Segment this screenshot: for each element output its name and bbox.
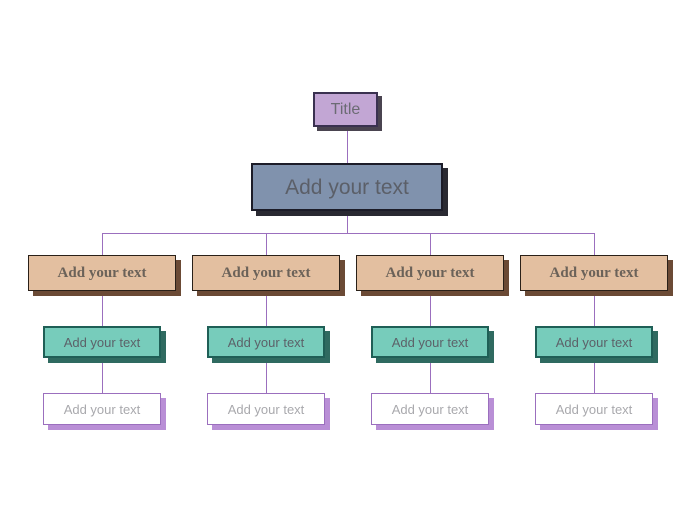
- node-title-box-1[interactable]: Title: [313, 92, 378, 127]
- node-tan-box-1[interactable]: Add your text: [28, 255, 176, 291]
- node-label: Add your text: [391, 334, 469, 350]
- node-label: Add your text: [549, 264, 639, 281]
- node-white-box-3[interactable]: Add your text: [371, 393, 489, 425]
- node-tan-box-3[interactable]: Add your text: [356, 255, 504, 291]
- node-main-box-1[interactable]: Add your text: [251, 163, 443, 211]
- connector-tan-to-teal-1: [102, 291, 103, 326]
- connector-title-to-main: [347, 127, 348, 163]
- node-label: Title: [330, 100, 361, 118]
- node-tan-box-2[interactable]: Add your text: [192, 255, 340, 291]
- connector-teal-to-white-4: [594, 358, 595, 393]
- node-teal-box-3[interactable]: Add your text: [371, 326, 489, 358]
- node-teal-box-1[interactable]: Add your text: [43, 326, 161, 358]
- node-white-box-1[interactable]: Add your text: [43, 393, 161, 425]
- diagram-canvas: Title Add your text Add your text Add your …: [0, 0, 696, 520]
- connector-horizontal-bus: [102, 233, 595, 234]
- node-teal-box-2[interactable]: Add your text: [207, 326, 325, 358]
- node-label: Add your text: [63, 401, 141, 417]
- node-label: Add your text: [57, 264, 147, 281]
- node-label: Add your text: [385, 264, 475, 281]
- connector-bus-drop-2: [266, 233, 267, 255]
- node-label: Add your text: [63, 334, 141, 350]
- connector-main-to-bus: [347, 211, 348, 233]
- node-label: Add your text: [227, 334, 305, 350]
- connector-bus-drop-4: [594, 233, 595, 255]
- connector-tan-to-teal-4: [594, 291, 595, 326]
- node-label: Add your text: [285, 175, 409, 199]
- node-label: Add your text: [221, 264, 311, 281]
- connector-teal-to-white-3: [430, 358, 431, 393]
- node-label: Add your text: [227, 401, 305, 417]
- node-tan-box-4[interactable]: Add your text: [520, 255, 668, 291]
- connector-teal-to-white-1: [102, 358, 103, 393]
- node-teal-box-4[interactable]: Add your text: [535, 326, 653, 358]
- connector-teal-to-white-2: [266, 358, 267, 393]
- node-white-box-2[interactable]: Add your text: [207, 393, 325, 425]
- node-white-box-4[interactable]: Add your text: [535, 393, 653, 425]
- node-label: Add your text: [555, 401, 633, 417]
- connector-bus-drop-3: [430, 233, 431, 255]
- node-label: Add your text: [391, 401, 469, 417]
- connector-tan-to-teal-3: [430, 291, 431, 326]
- connector-bus-drop-1: [102, 233, 103, 255]
- node-label: Add your text: [555, 334, 633, 350]
- connector-tan-to-teal-2: [266, 291, 267, 326]
